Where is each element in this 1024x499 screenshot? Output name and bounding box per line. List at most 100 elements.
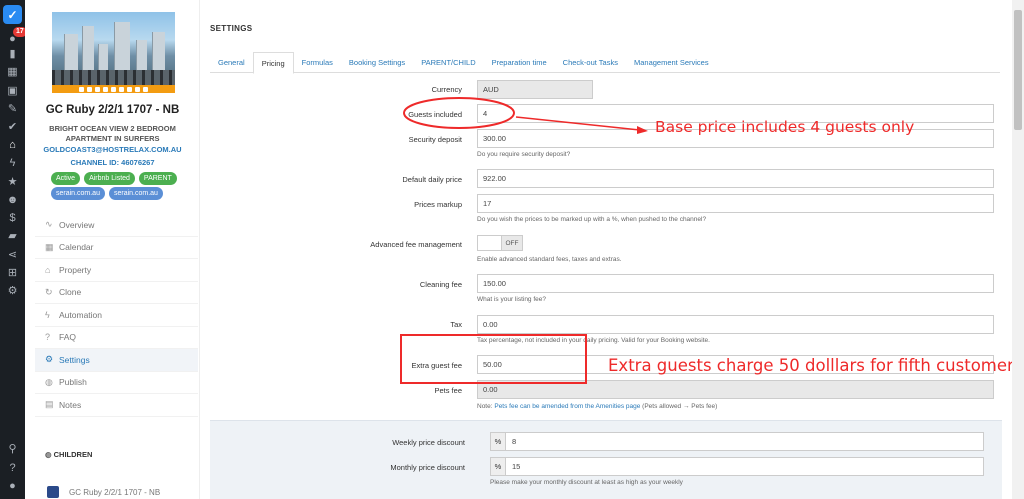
- help-icon[interactable]: ?: [4, 460, 21, 477]
- check-icon[interactable]: ✔: [4, 119, 21, 136]
- advanced-fee-label: Advanced fee management: [370, 240, 462, 249]
- share-icon[interactable]: ⋖: [4, 247, 21, 264]
- calendar-icon: ▦: [45, 241, 54, 252]
- discount-panel: Weekly price discount % 8 Monthly price …: [210, 420, 1002, 499]
- scrollbar-thumb[interactable]: [1014, 10, 1022, 130]
- refresh-icon: ↻: [45, 286, 53, 297]
- status-badge-parent: PARENT: [138, 172, 177, 185]
- toggle-state: OFF: [502, 236, 522, 250]
- currency-label: Currency: [431, 85, 462, 94]
- nav-item-notes[interactable]: ▤ Notes: [35, 394, 198, 417]
- weekly-discount-input[interactable]: 8: [506, 432, 984, 451]
- prices-markup-hint: Do you wish the prices to be marked up w…: [477, 216, 707, 223]
- nav-item-automation[interactable]: ϟ Automation: [35, 304, 198, 327]
- monthly-discount-hint: Please make your monthly discount at lea…: [490, 479, 683, 486]
- bolt-icon[interactable]: ϟ: [4, 155, 21, 172]
- monthly-percent-addon: %: [490, 457, 506, 476]
- prices-markup-label: Prices markup: [414, 200, 462, 209]
- settings-main: SETTINGS General Pricing Formulas Bookin…: [200, 0, 1012, 499]
- globe-icon: ◍: [45, 376, 53, 387]
- pets-fee-hint: Note: Pets fee can be amended from the A…: [477, 403, 718, 410]
- nav-item-faq[interactable]: ? FAQ: [35, 327, 198, 349]
- children-heading: ◍ CHILDREN: [45, 450, 93, 459]
- tax-label: Tax: [450, 320, 462, 329]
- weekly-discount-label: Weekly price discount: [392, 438, 465, 447]
- tab-preparation-time[interactable]: Preparation time: [484, 52, 555, 73]
- home-icon: ⌂: [45, 264, 51, 275]
- tab-parent-child[interactable]: PARENT/CHILD: [413, 52, 483, 73]
- globe-icon: ◍: [45, 450, 54, 459]
- extra-guest-fee-label: Extra guest fee: [411, 361, 462, 370]
- tab-booking-settings[interactable]: Booking Settings: [341, 52, 413, 73]
- bolt-icon: ϟ: [45, 309, 50, 320]
- tab-formulas[interactable]: Formulas: [294, 52, 341, 73]
- property-sidebar: GC Ruby 2/2/1 1707 - NB BRIGHT OCEAN VIE…: [25, 0, 200, 499]
- line-chart-icon: ∿: [45, 219, 53, 230]
- nav-item-clone[interactable]: ↻ Clone: [35, 282, 198, 304]
- pets-fee-field: 0.00: [477, 380, 994, 399]
- calendar-icon[interactable]: ▦: [4, 64, 21, 81]
- security-deposit-label: Security deposit: [408, 135, 462, 144]
- default-daily-price-label: Default daily price: [402, 175, 462, 184]
- website-link-2[interactable]: serain.com.au: [108, 187, 163, 200]
- avatar: [47, 486, 59, 498]
- question-icon: ?: [45, 332, 51, 343]
- grid-icon[interactable]: ⊞: [4, 265, 21, 282]
- photo-toolbar[interactable]: [52, 85, 175, 93]
- property-subtitle: BRIGHT OCEAN VIEW 2 BEDROOM APARTMENT IN…: [49, 124, 176, 143]
- prices-markup-input[interactable]: 17: [477, 194, 994, 213]
- search-icon[interactable]: ⚲: [4, 441, 21, 458]
- tab-general[interactable]: General: [210, 52, 253, 73]
- website-link-1[interactable]: serain.com.au: [51, 187, 105, 200]
- status-badge-airbnb: Airbnb Listed: [84, 172, 135, 185]
- notes-icon: ▤: [45, 399, 54, 410]
- gear-icon: ⚙: [45, 354, 54, 365]
- toggle-knob: [478, 236, 502, 250]
- pets-fee-label: Pets fee: [434, 386, 462, 395]
- logo-icon[interactable]: ✓: [3, 5, 22, 24]
- nav-item-publish[interactable]: ◍ Publish: [35, 372, 198, 394]
- amenities-link[interactable]: Pets fee can be amended from the Ameniti…: [494, 403, 640, 410]
- channel-id: CHANNEL ID: 46076267: [70, 158, 155, 167]
- nav-item-overview[interactable]: ∿ Overview: [35, 214, 198, 237]
- child-listing[interactable]: GC Ruby 2/2/1 1707 - NB: [47, 486, 160, 498]
- tax-input[interactable]: 0.00: [477, 315, 994, 334]
- property-email[interactable]: GOLDCOAST3@HOSTRELAX.COM.AU: [25, 145, 200, 154]
- advanced-fee-hint: Enable advanced standard fees, taxes and…: [477, 256, 622, 263]
- briefcase-icon[interactable]: ▰: [4, 228, 21, 245]
- scrollbar[interactable]: [1012, 0, 1024, 499]
- settings-tabs: General Pricing Formulas Booking Setting…: [210, 52, 1000, 74]
- page-title: SETTINGS: [210, 24, 253, 33]
- monthly-discount-input[interactable]: 15: [506, 457, 984, 476]
- monthly-discount-label: Monthly price discount: [390, 463, 465, 472]
- default-daily-price-input[interactable]: 922.00: [477, 169, 994, 188]
- nav-item-settings[interactable]: ⚙ Settings: [35, 349, 198, 372]
- guests-included-label: Guests included: [408, 110, 462, 119]
- tab-pricing[interactable]: Pricing: [252, 52, 294, 74]
- users-icon[interactable]: ☻: [4, 192, 21, 209]
- property-photo: [52, 12, 175, 92]
- currency-field[interactable]: AUD: [477, 80, 593, 99]
- cleaning-fee-hint: What is your listing fee?: [477, 296, 547, 303]
- star-icon[interactable]: ★: [4, 174, 21, 191]
- tab-checkout-tasks[interactable]: Check-out Tasks: [555, 52, 626, 73]
- nav-item-calendar[interactable]: ▦ Calendar: [35, 237, 198, 259]
- advanced-fee-toggle[interactable]: OFF: [477, 235, 523, 251]
- tab-management-services[interactable]: Management Services: [626, 52, 717, 73]
- guests-annotation: Base price includes 4 guests only: [655, 118, 915, 136]
- calendar-check-icon[interactable]: ▣: [4, 83, 21, 100]
- icon-rail: ✓ 17 ● ▮ ▦ ▣ ✎ ✔ ⌂ ϟ ★ ☻ $ ▰ ⋖ ⊞ ⚙ ⚲ ? ●: [0, 0, 27, 499]
- cleaning-fee-input[interactable]: 150.00: [477, 274, 994, 293]
- home-icon[interactable]: ⌂: [4, 137, 21, 154]
- brush-icon[interactable]: ✎: [4, 101, 21, 118]
- cleaning-fee-label: Cleaning fee: [419, 280, 462, 289]
- dollar-icon[interactable]: $: [4, 210, 21, 227]
- tax-hint: Tax percentage, not included in your dai…: [477, 337, 710, 344]
- gear-icon[interactable]: ⚙: [4, 283, 21, 300]
- nav-item-property[interactable]: ⌂ Property: [35, 259, 198, 282]
- user-icon[interactable]: ●: [4, 478, 21, 495]
- chart-icon[interactable]: ▮: [4, 46, 21, 63]
- extra-fee-annotation: Extra guests charge 50 dolllars for fift…: [608, 356, 1014, 375]
- status-badge-active: Active: [51, 172, 81, 185]
- property-nav: ∿ Overview ▦ Calendar ⌂ Property ↻ Clone ϟ Au…: [35, 214, 198, 417]
